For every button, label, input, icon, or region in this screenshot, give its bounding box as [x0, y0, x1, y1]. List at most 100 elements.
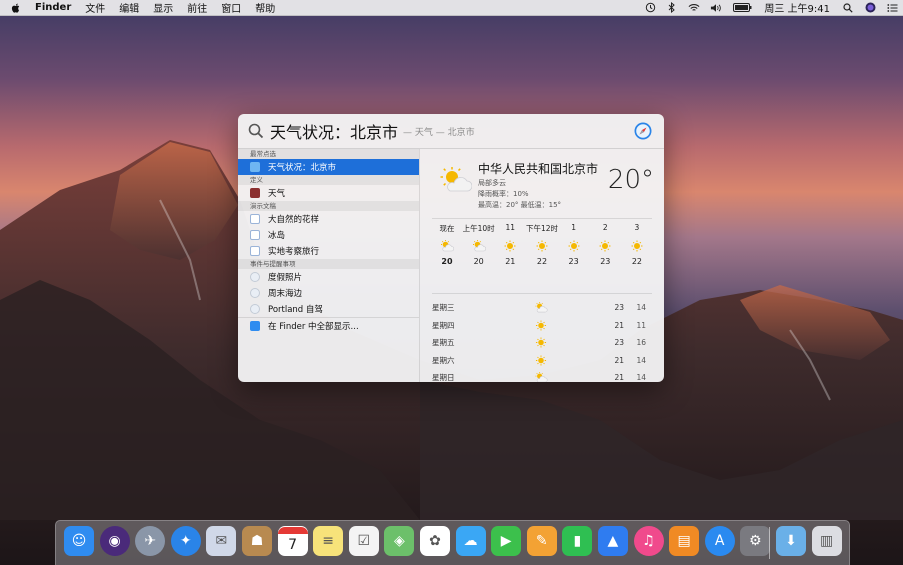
menu-file[interactable]: 文件	[85, 0, 105, 15]
mail-icon[interactable]: ✉	[206, 526, 237, 556]
menu-view[interactable]: 显示	[153, 0, 173, 15]
day-low: 14	[636, 373, 646, 382]
spotlight-search-bar[interactable]: 天气状况：北京市 — 天气 — 北京市	[238, 114, 664, 149]
menu-edit[interactable]: 编辑	[119, 0, 139, 15]
day-low: 11	[636, 320, 646, 330]
ibooks-icon[interactable]: ▤	[669, 526, 700, 556]
facetime-icon[interactable]: ▶	[491, 526, 522, 556]
safari-icon[interactable]: ✦	[170, 526, 201, 556]
hour-time: 下午12时	[525, 224, 558, 233]
maps-icon[interactable]: ◈	[384, 526, 415, 556]
result-row[interactable]: 天气状况：北京市	[238, 159, 419, 175]
result-row[interactable]: 在 Finder 中全部显示...	[238, 318, 419, 334]
result-row[interactable]: 实地考察旅行	[238, 243, 419, 259]
hour-time: 1	[571, 223, 577, 232]
system-preferences-icon[interactable]: ⚙	[740, 526, 771, 556]
sun-icon	[630, 240, 644, 252]
result-label: 实地考察旅行	[268, 247, 320, 257]
notification-center-icon[interactable]	[886, 2, 898, 14]
day-high: 21	[614, 373, 624, 382]
menu-extras: 周三 上午9:41	[639, 0, 903, 15]
keynote-icon[interactable]: ▲	[597, 526, 628, 556]
bluetooth-icon[interactable]	[666, 2, 678, 14]
siri-icon[interactable]	[864, 2, 876, 14]
finder-icon[interactable]: ☺	[64, 526, 94, 556]
day-name: 星期五	[432, 338, 455, 348]
reminders-icon[interactable]: ☑	[348, 526, 379, 556]
result-row[interactable]: 度假照片	[238, 269, 419, 285]
hour-column: 11 21	[495, 223, 525, 266]
spotlight-query[interactable]: 天气状况：北京市	[270, 119, 398, 143]
spotlight-completion-hint: — 天气 — 北京市	[403, 127, 475, 138]
notes-icon[interactable]: ≡	[313, 526, 344, 556]
sun-icon	[535, 240, 549, 252]
sun-icon	[534, 354, 548, 366]
wifi-icon[interactable]	[688, 2, 700, 14]
weather-condition: 局部多云	[478, 179, 506, 187]
pages-icon[interactable]: ✎	[526, 526, 557, 556]
spotlight-search-icon[interactable]	[842, 2, 854, 14]
cloud-icon	[250, 304, 260, 314]
hour-column: 下午12时 22	[525, 223, 558, 266]
day-low: 14	[636, 355, 646, 365]
downloads-folder-icon[interactable]: ⬇	[776, 526, 806, 556]
photos-icon[interactable]: ✿	[419, 526, 450, 556]
result-row[interactable]: 天气	[238, 185, 419, 201]
day-row: 星期五 23 16	[432, 334, 652, 352]
menu-help[interactable]: 帮助	[255, 0, 275, 15]
calendar-date: 7	[288, 536, 298, 553]
sun-icon	[534, 337, 548, 348]
hourly-forecast: 现在 20 上午10时 20 11 21 下午12时 22 1 23 2 23 3 22	[432, 223, 652, 266]
weather-hilo: 最高温：20° 最低温：15°	[478, 201, 562, 209]
hour-column: 现在 20	[432, 223, 462, 266]
result-row[interactable]: 周末海边	[238, 285, 419, 301]
day-low: 16	[636, 338, 646, 348]
menu-go[interactable]: 前往	[187, 0, 207, 15]
result-row[interactable]: 冰岛	[238, 227, 419, 243]
messages-icon[interactable]: ☁	[455, 526, 486, 556]
result-label: 天气状况：北京市	[268, 163, 337, 173]
day-high: 23	[614, 303, 624, 313]
siri-icon[interactable]: ◉	[99, 526, 130, 556]
magnifier-icon	[248, 123, 264, 139]
hour-temp: 23	[568, 257, 579, 266]
dock: ☺ ◉ ✈ ✦ ✉ ☗ 7 ≡ ☑ ◈ ✿ ☁ ▶ ✎ ▮ ▲ ♫ ▤ A ⚙ ⬇ ▥	[55, 520, 850, 565]
itunes-icon[interactable]: ♫	[633, 526, 664, 556]
document-icon	[250, 230, 260, 240]
calendar-header	[277, 526, 308, 534]
apple-icon[interactable]	[10, 2, 22, 14]
partly-cloudy-icon	[440, 167, 472, 192]
menu-app-finder[interactable]: Finder	[35, 2, 71, 13]
app-store-icon[interactable]: A	[704, 526, 735, 556]
hour-column: 2 23	[590, 223, 620, 266]
result-row[interactable]: 大自然的花样	[238, 211, 419, 227]
safari-icon[interactable]	[634, 122, 652, 140]
spotlight-window: 天气状况：北京市 — 天气 — 北京市 最常点选 天气状况：北京市 定义 天气 演示文稿…	[238, 114, 664, 382]
result-label: 大自然的花样	[268, 215, 320, 225]
hour-temp: 21	[505, 257, 516, 266]
weather-preview: 中华人民共和国北京市 局部多云 降雨概率：10% 最高温：20° 最低温：15°…	[420, 149, 664, 382]
contacts-icon[interactable]: ☗	[241, 526, 272, 556]
dock-stacks: ⬇ ▥	[776, 526, 847, 556]
hour-temp: 23	[600, 257, 611, 266]
launchpad-icon[interactable]: ✈	[135, 526, 166, 556]
divider	[432, 293, 652, 294]
hour-column: 3 22	[622, 223, 652, 266]
result-label: 在 Finder 中全部显示...	[268, 322, 359, 332]
day-row: 星期三 23 14	[432, 299, 652, 317]
day-low: 14	[636, 303, 646, 313]
battery-icon[interactable]	[732, 2, 752, 14]
day-row: 星期六 21 14	[432, 352, 652, 370]
menu-window[interactable]: 窗口	[221, 0, 241, 15]
numbers-icon[interactable]: ▮	[562, 526, 593, 556]
volume-icon[interactable]	[710, 2, 722, 14]
cloud-icon	[250, 272, 260, 282]
menu-clock[interactable]: 周三 上午9:41	[764, 0, 830, 15]
calendar-icon[interactable]: 7	[277, 526, 308, 556]
time-machine-icon[interactable]	[644, 2, 656, 14]
day-high: 21	[614, 320, 624, 330]
result-row[interactable]: Portland 自驾	[238, 301, 419, 317]
result-label: 度假照片	[268, 273, 303, 283]
trash-icon[interactable]: ▥	[811, 526, 842, 556]
sun-icon	[503, 240, 517, 252]
